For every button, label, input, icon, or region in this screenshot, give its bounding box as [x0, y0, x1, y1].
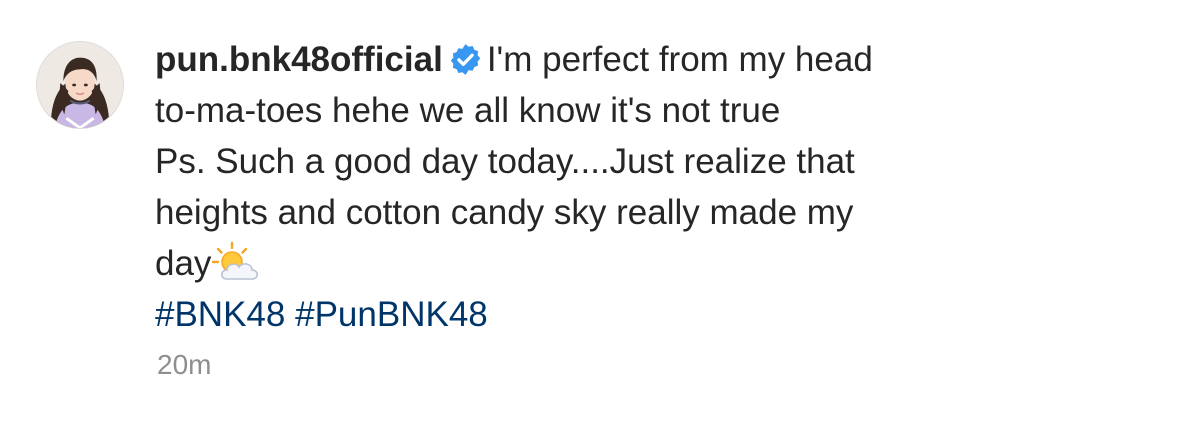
avatar-image [37, 42, 123, 128]
hashtag-bnk48[interactable]: #BNK48 [155, 295, 285, 334]
profile-avatar[interactable] [36, 41, 124, 129]
caption-line-1: I'm perfect from my head [486, 40, 873, 79]
caption-line-2: to-ma-toes hehe we all know it's not tru… [155, 91, 781, 130]
verified-badge-icon [449, 43, 482, 76]
caption-line-3: Ps. Such a good day today....Just realiz… [155, 142, 855, 181]
caption-first-line: pun.bnk48official I'm perfect from my hea… [155, 34, 1165, 85]
post-timestamp[interactable]: 20m [157, 347, 211, 383]
caption-line-4: heights and cotton candy sky really made… [155, 193, 854, 232]
instagram-caption: pun.bnk48official I'm perfect from my hea… [0, 0, 1200, 422]
hashtag-punbnk48[interactable]: #PunBNK48 [295, 295, 488, 334]
caption-last-line: day [155, 238, 1165, 289]
caption-text: pun.bnk48official I'm perfect from my hea… [155, 34, 1165, 340]
username-link[interactable]: pun.bnk48official [155, 40, 443, 79]
hashtag-line: #BNK48 #PunBNK48 [155, 289, 1165, 340]
sun-behind-cloud-icon [212, 241, 262, 283]
caption-line-5: day [155, 244, 212, 283]
